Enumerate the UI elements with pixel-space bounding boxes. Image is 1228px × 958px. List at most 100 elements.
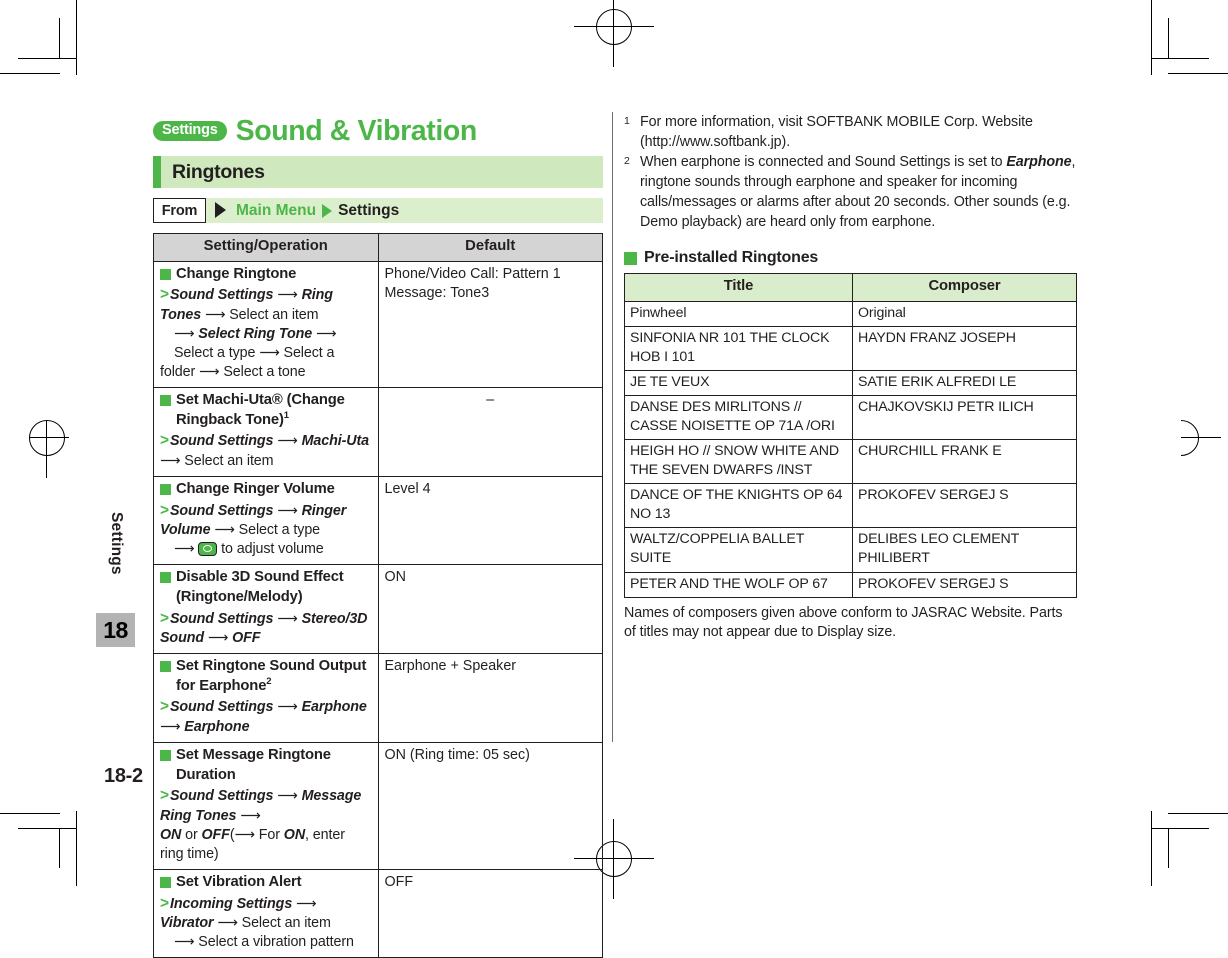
from-badge: From xyxy=(153,198,206,223)
step-text: Select a type xyxy=(174,344,256,361)
arrow-glyph: ⟶ xyxy=(204,306,226,323)
table-row: Change Ringer Volume >Sound Settings ⟶ R… xyxy=(153,475,603,566)
setting-steps: >Sound Settings ⟶ Message Ring Tones ⟶ O… xyxy=(160,786,372,864)
setting-title: Set Vibration Alert xyxy=(160,873,372,893)
ringtone-title: JE TE VEUX xyxy=(624,370,853,397)
setting-steps: >Sound Settings ⟶ Machi-Uta ⟶ Select an … xyxy=(160,431,372,471)
arrow-glyph: ⟶ xyxy=(174,325,195,342)
table-header-row: Title Composer xyxy=(624,273,1077,303)
preinstalled-ringtones-heading-text: Pre-installed Ringtones xyxy=(644,249,819,267)
step-text: Select a xyxy=(283,344,335,361)
setting-title-text: Set Message Ringtone Duration xyxy=(176,747,331,783)
column-header-composer: Composer xyxy=(852,273,1077,303)
setting-title: Set Machi-Uta® (Change Ringback Tone)1 xyxy=(160,391,372,430)
arrow-glyph: ⟶ xyxy=(234,827,255,844)
right-column: 1 For more information, visit SOFTBANK M… xyxy=(624,113,1077,643)
table-row: PETER AND THE WOLF OP 67 PROKOFEV SERGEJ… xyxy=(624,571,1077,598)
setting-title-text: Set Vibration Alert xyxy=(176,874,302,891)
chapter-number-badge: 18 xyxy=(96,613,135,647)
setting-title: Set Message Ringtone Duration xyxy=(160,746,372,785)
arrow-glyph: ⟶ xyxy=(277,788,298,805)
arrow-glyph: ⟶ xyxy=(277,433,298,450)
step-text: Sound Settings xyxy=(169,433,274,450)
crop-mark-bottom-right-horizontal xyxy=(1168,813,1228,814)
setting-operation-cell: Change Ringtone >Sound Settings ⟶ Ring T… xyxy=(153,260,379,388)
step-text: to adjust volume xyxy=(221,541,324,558)
nav-path-main-menu: Main Menu xyxy=(236,201,317,219)
default-value-cell: Level 4 xyxy=(377,475,603,566)
crop-mark-top-left-inner-horizontal xyxy=(18,58,76,59)
setting-steps: >Incoming Settings ⟶ Vibrator ⟶ Select a… xyxy=(160,894,372,953)
crop-mark-bottom-left-horizontal xyxy=(0,813,60,814)
step-text: OFF xyxy=(201,827,230,844)
arrow-glyph: ⟶ xyxy=(214,522,235,539)
table-row: Change Ringtone >Sound Settings ⟶ Ring T… xyxy=(153,260,603,388)
arrow-glyph: ⟶ xyxy=(174,541,195,558)
table-row: HEIGH HO // SNOW WHITE AND THE SEVEN DWA… xyxy=(624,439,1077,485)
setting-steps: >Sound Settings ⟶ Stereo/3D Sound ⟶ OFF xyxy=(160,609,372,649)
ringtone-composer: CHURCHILL FRANK E xyxy=(852,439,1077,485)
steps-marker-icon: > xyxy=(160,894,169,912)
step-text: Select an item xyxy=(229,306,319,323)
arrow-glyph: ⟶ xyxy=(259,344,280,361)
crop-mark-top-left-inner-vertical xyxy=(59,18,60,58)
step-text: For xyxy=(258,827,280,844)
setting-operation-cell: Change Ringer Volume >Sound Settings ⟶ R… xyxy=(153,475,379,566)
footnote-ref: 2 xyxy=(266,675,272,687)
arrow-glyph: ⟶ xyxy=(174,934,195,951)
step-text: or xyxy=(185,827,198,844)
footnote-number: 2 xyxy=(624,155,630,168)
step-text: Machi-Uta xyxy=(301,433,370,450)
ringtone-composer: HAYDN FRANZ JOSEPH xyxy=(852,326,1077,372)
setting-operation-cell: Set Ringtone Sound Output for Earphone2 … xyxy=(153,653,379,744)
step-text: Sound Settings xyxy=(169,788,274,805)
table-row: Set Message Ringtone Duration >Sound Set… xyxy=(153,742,603,871)
green-square-icon xyxy=(624,251,637,265)
section-band: Ringtones xyxy=(153,156,603,188)
step-text: Select an item xyxy=(241,915,331,932)
step-text: Sound Settings xyxy=(169,502,274,519)
default-value-cell: ON (Ring time: 05 sec) xyxy=(377,742,603,871)
table-row: SINFONIA NR 101 THE CLOCK HOB I 101 HAYD… xyxy=(624,326,1077,372)
table-row: Set Ringtone Sound Output for Earphone2 … xyxy=(153,653,603,744)
green-square-icon xyxy=(160,661,171,673)
arrow-glyph: ⟶ xyxy=(199,363,220,380)
steps-marker-icon: > xyxy=(160,286,169,304)
table-row: DANCE OF THE KNIGHTS OP 64 NO 13 PROKOFE… xyxy=(624,483,1077,529)
arrow-glyph: ⟶ xyxy=(316,325,337,342)
setting-title: Disable 3D Sound Effect (Ringtone/Melody… xyxy=(160,568,372,607)
crop-mark-bottom-right-inner-horizontal xyxy=(1151,828,1209,829)
step-line: ⟶ to adjust volume xyxy=(160,540,372,559)
steps-marker-icon: > xyxy=(160,432,169,450)
step-text: Select a tone xyxy=(223,363,306,380)
table-row: Set Machi-Uta® (Change Ringback Tone)1 >… xyxy=(153,386,603,477)
table-row: Disable 3D Sound Effect (Ringtone/Melody… xyxy=(153,564,603,655)
crop-mark-top-left-vertical xyxy=(76,0,77,75)
step-text: OFF xyxy=(232,630,261,647)
crop-mark-bottom-right-inner-vertical xyxy=(1168,828,1169,868)
setting-title: Change Ringer Volume xyxy=(160,480,372,500)
navigation-path-row: From Main Menu Settings xyxy=(153,198,603,223)
default-value-cell: Phone/Video Call: Pattern 1 Message: Ton… xyxy=(377,260,603,388)
footnote-ref: 1 xyxy=(283,409,289,421)
section-pill-badge: Settings xyxy=(153,120,227,142)
page-number: 18-2 xyxy=(104,765,143,787)
column-header-setting-operation: Setting/Operation xyxy=(153,233,379,262)
ringtone-title: SINFONIA NR 101 THE CLOCK HOB I 101 xyxy=(624,326,853,372)
arrow-glyph: ⟶ xyxy=(277,610,298,627)
footnote-2: 2 When earphone is connected and Sound S… xyxy=(624,153,1076,232)
ringtone-composer: PROKOFEV SERGEJ S xyxy=(852,483,1077,529)
footnote-text: For more information, visit SOFTBANK MOB… xyxy=(640,114,1033,150)
crop-mark-top-right-horizontal xyxy=(1168,73,1228,74)
crop-mark-top-right-inner-horizontal xyxy=(1151,58,1209,59)
table-row: WALTZ/COPPELIA BALLET SUITE DELIBES LEO … xyxy=(624,527,1077,573)
ringtone-title: Pinwheel xyxy=(624,301,853,328)
setting-steps: >Sound Settings ⟶ Ring Tones ⟶ Select an… xyxy=(160,285,372,382)
arrow-glyph: ⟶ xyxy=(160,719,181,736)
nav-path-settings: Settings xyxy=(338,201,400,219)
navigation-path: Main Menu Settings xyxy=(236,202,399,220)
page-title-row: Settings Sound & Vibration xyxy=(153,113,603,149)
arrow-glyph: ⟶ xyxy=(277,699,298,716)
table-header-row: Setting/Operation Default xyxy=(153,233,603,262)
green-square-icon xyxy=(160,572,171,584)
